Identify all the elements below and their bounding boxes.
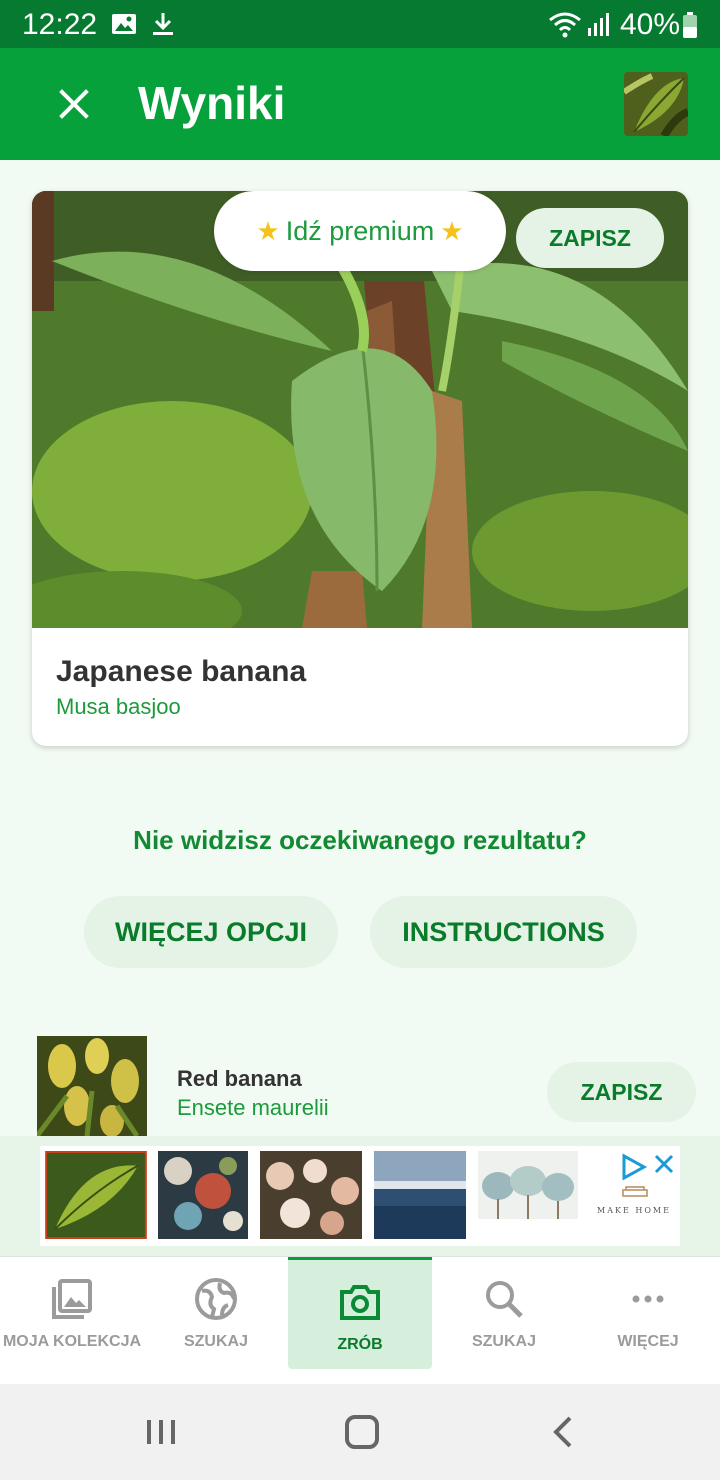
ad-choices-icon[interactable] [620,1152,648,1182]
nav-take-photo[interactable]: ZRÓB [288,1257,432,1369]
nav-label: WIĘCEJ [617,1333,679,1350]
instructions-button[interactable]: INSTRUCTIONS [370,896,637,968]
result-list-item[interactable]: Red banana Ensete maurelii ZAPISZ [0,1036,720,1136]
main-result-card[interactable]: ★ Idź premium ★ ZAPISZ Japanese banana M… [32,191,688,746]
status-bar: 12:22 40% [0,0,720,48]
nav-label: SZUKAJ [183,1333,248,1350]
status-time: 12:22 [22,8,98,41]
recent-apps-icon[interactable] [137,1408,185,1456]
nav-more[interactable]: WIĘCEJ [576,1257,720,1369]
result-common-name: Red banana [177,1066,302,1091]
save-result-button[interactable]: ZAPISZ [547,1062,696,1122]
nav-label: MOJA KOLEKCJA [2,1333,142,1350]
close-icon [59,89,89,119]
go-premium-label: Idź premium [285,215,435,246]
search-icon [486,1281,523,1318]
wifi-icon [548,10,582,43]
gallery-icon [110,10,138,43]
back-icon[interactable] [540,1408,588,1456]
ad-image-leaf[interactable] [44,1151,148,1239]
battery-icon [682,12,698,43]
ad-image-trees[interactable] [478,1151,578,1239]
ad-brand-name: MAKE HOME [597,1206,671,1215]
collection-icon [52,1279,92,1319]
battery-level: 40% [620,8,681,41]
nav-my-collection[interactable]: MOJA KOLEKCJA [0,1257,144,1369]
star-icon: ★ [440,215,464,246]
ad-image-seascape[interactable] [374,1151,466,1239]
ad-banner[interactable]: MAKE HOME [0,1136,720,1256]
plant-common-name: Japanese banana [56,655,307,688]
leaf-photo-thumbnail [624,72,688,136]
ad-close-icon[interactable] [652,1152,676,1176]
star-icon: ★ [256,215,280,246]
system-navigation-bar [0,1384,720,1480]
app-bar: Wyniki [0,48,720,160]
save-button[interactable]: ZAPISZ [516,208,664,268]
nav-explore[interactable]: SZUKAJ [144,1257,288,1369]
go-premium-button[interactable]: ★ Idź premium ★ [214,191,506,271]
ad-image-flowers[interactable] [260,1151,362,1239]
red-banana-thumbnail [37,1036,147,1136]
globe-icon [195,1278,237,1320]
plant-latin-name: Musa basjoo [56,694,181,719]
result-latin-name: Ensete maurelii [177,1095,329,1120]
ad-content[interactable]: MAKE HOME [40,1146,680,1246]
photo-thumbnail-button[interactable] [624,72,688,136]
camera-icon [340,1285,380,1320]
download-icon [150,10,176,43]
signal-icon [586,10,612,43]
more-options-button[interactable]: WIĘCEJ OPCJI [84,896,338,968]
bottom-navigation: MOJA KOLEKCJA SZUKAJ ZRÓB SZUKAJ WIĘCEJ [0,1256,720,1384]
page-title: Wyniki [138,77,286,129]
nav-search[interactable]: SZUKAJ [432,1257,576,1369]
not-found-question: Nie widzisz oczekiwanego rezultatu? [133,825,587,855]
ad-image-abstract[interactable] [158,1151,248,1239]
nav-label: SZUKAJ [471,1333,536,1350]
nav-label: ZRÓB [337,1336,383,1353]
close-button[interactable] [50,80,98,128]
home-icon[interactable] [338,1408,386,1456]
sofa-logo-icon [622,1186,648,1197]
more-icon [632,1295,664,1303]
